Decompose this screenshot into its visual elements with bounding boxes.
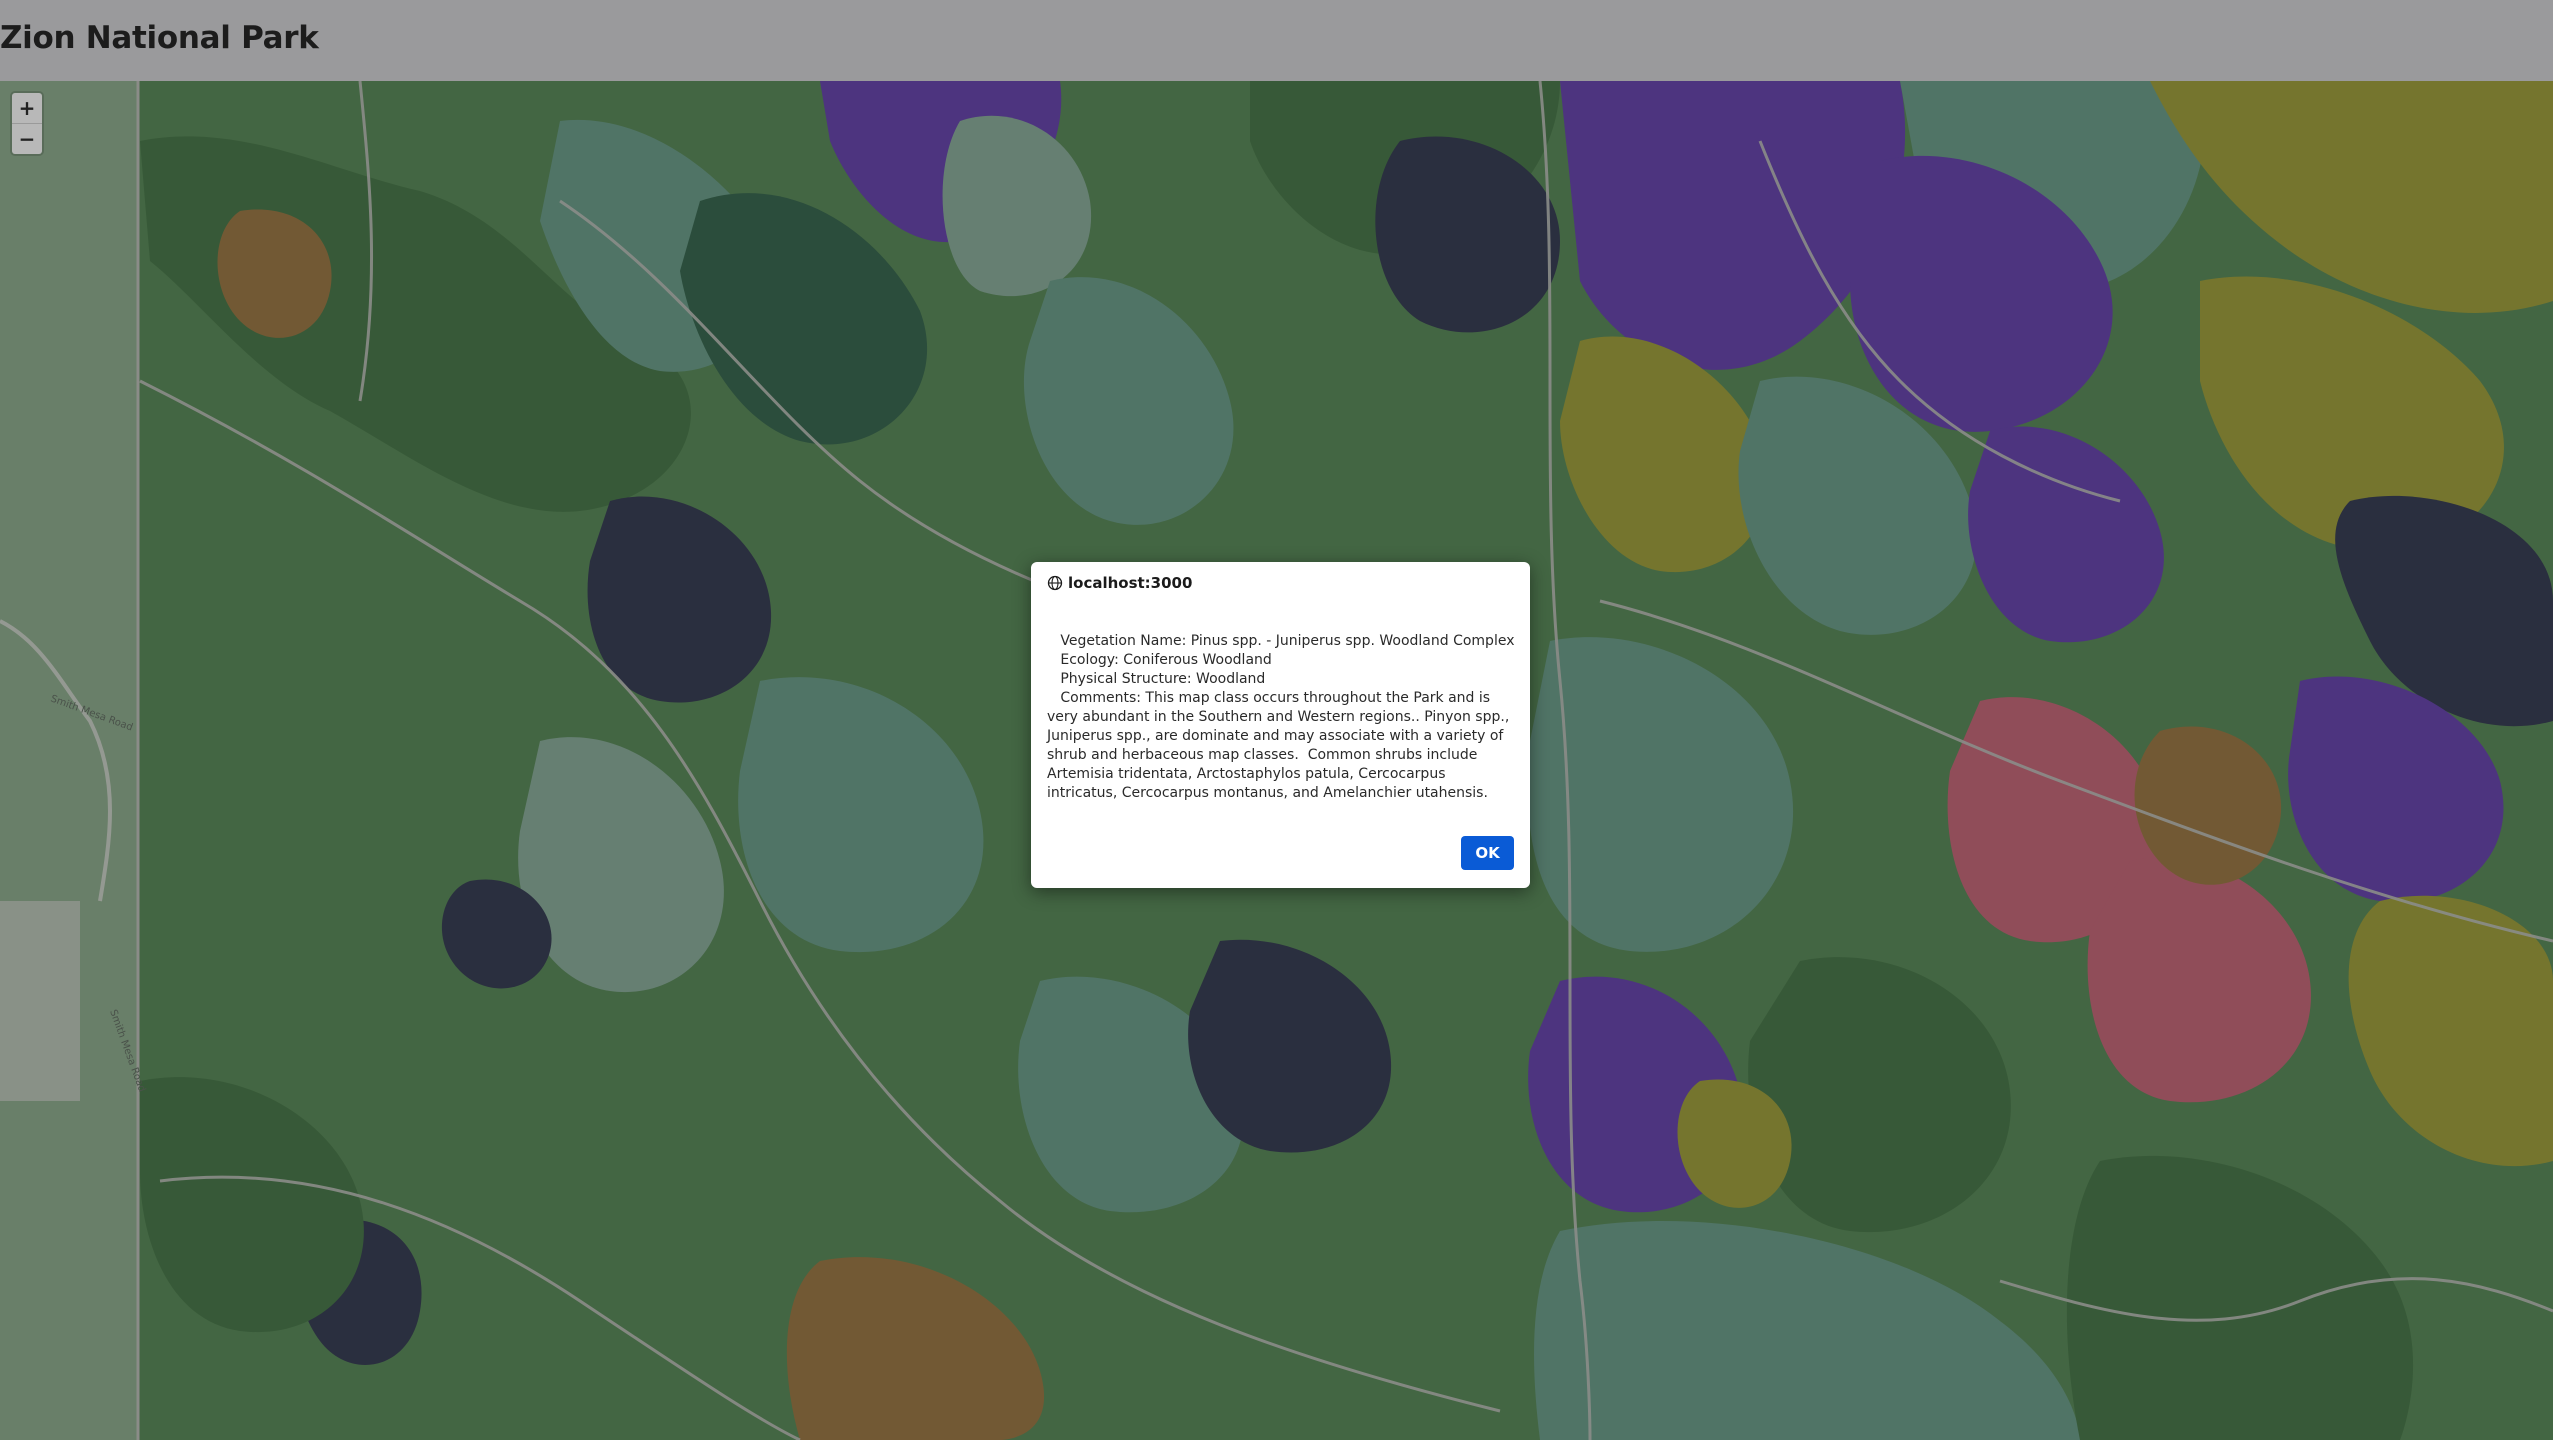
zoom-control: + −: [12, 93, 42, 154]
dialog-message: Vegetation Name: Pinus spp. - Juniperus …: [1047, 633, 1515, 801]
page-header: Zion National Park: [0, 0, 2553, 81]
zoom-out-button[interactable]: −: [12, 123, 42, 154]
zoom-in-button[interactable]: +: [12, 93, 42, 123]
basemap-parcel: [0, 901, 80, 1101]
page-title: Zion National Park: [0, 20, 319, 56]
dialog-header: localhost:3000: [1047, 574, 1192, 592]
globe-icon: [1047, 575, 1063, 591]
ok-button[interactable]: OK: [1461, 836, 1514, 870]
basemap-strip: [0, 81, 138, 1440]
alert-dialog: localhost:3000 Vegetation Name: Pinus sp…: [1031, 562, 1530, 888]
dialog-origin: localhost:3000: [1068, 574, 1193, 592]
